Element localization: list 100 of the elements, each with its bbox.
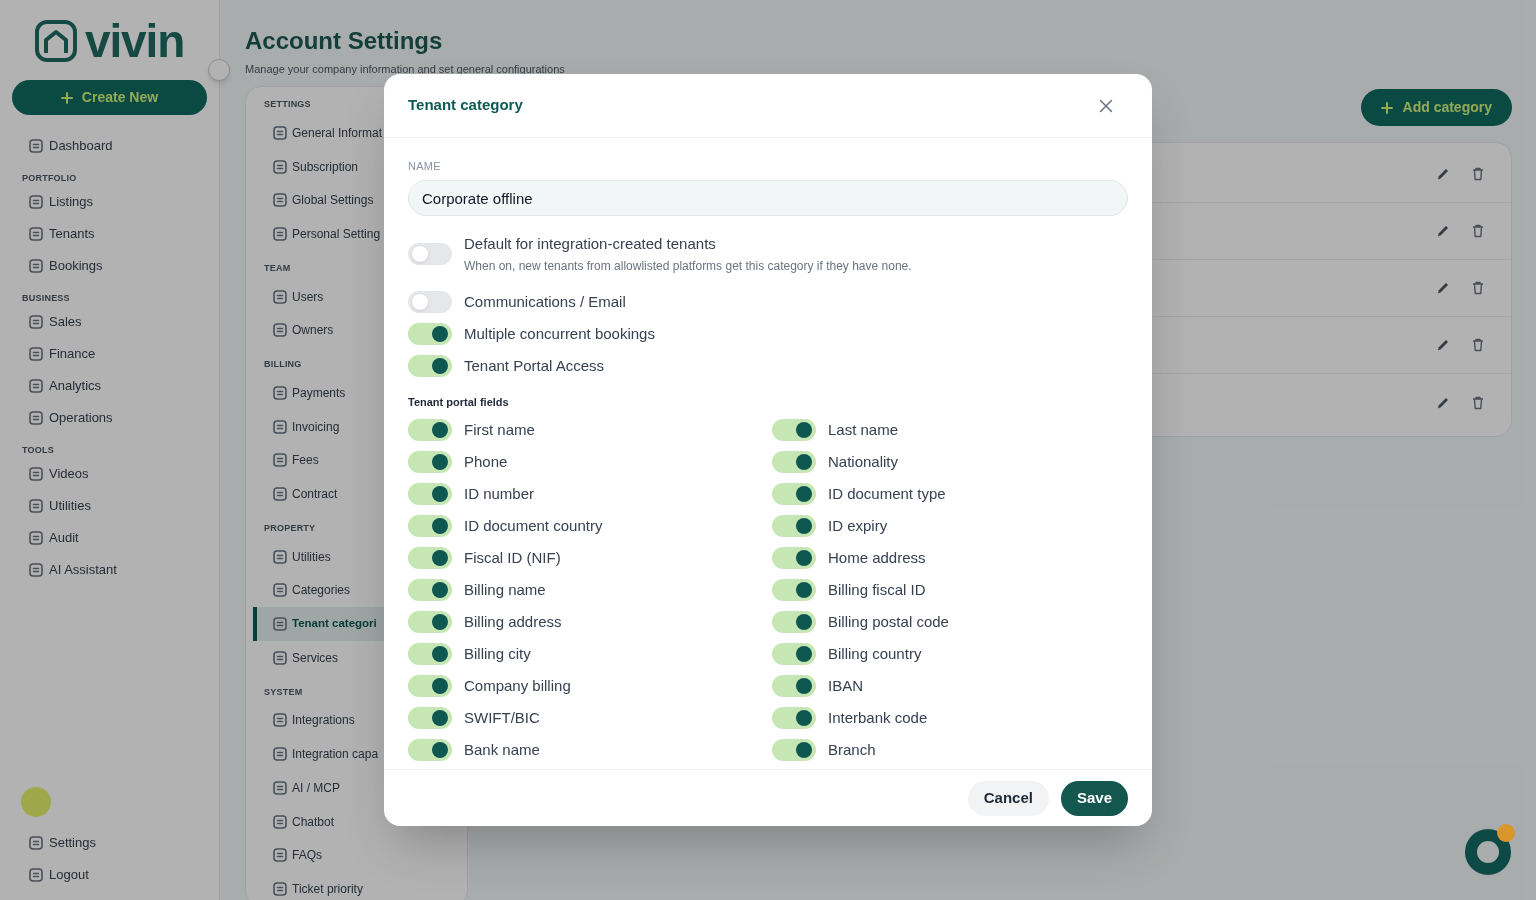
square-icon (29, 563, 43, 577)
square-icon (273, 881, 287, 896)
toggle-switch[interactable] (772, 643, 816, 665)
settings-nav-item[interactable]: Contract (253, 477, 385, 511)
toggle-switch[interactable] (408, 483, 452, 505)
plus-icon (1380, 101, 1393, 114)
collapse-toggle[interactable] (208, 59, 230, 81)
trash-icon[interactable] (1472, 395, 1484, 410)
toggle-switch[interactable] (772, 739, 816, 761)
plus-icon (60, 91, 73, 104)
sidebar-item[interactable]: Finance (12, 338, 207, 370)
toggle-switch[interactable] (772, 515, 816, 537)
square-icon (29, 139, 43, 153)
settings-nav-item[interactable]: Invoicing (253, 409, 385, 444)
square-icon (273, 848, 287, 863)
add-category-button[interactable]: Add category (1360, 89, 1512, 126)
toggle-switch[interactable] (408, 451, 452, 473)
close-icon (1099, 98, 1113, 113)
toggle-label: Branch (828, 740, 876, 760)
toggle-switch[interactable] (772, 675, 816, 697)
settings-nav-item[interactable]: FAQs (253, 838, 385, 873)
toggle-switch[interactable] (408, 419, 452, 441)
toggle-switch[interactable] (408, 707, 452, 729)
sidebar-item[interactable]: Bookings (12, 250, 207, 282)
toggle-switch[interactable] (408, 643, 452, 665)
toggle-switch[interactable] (408, 243, 452, 265)
settings-nav-item[interactable]: Users (253, 279, 385, 314)
house-logo-icon (35, 20, 77, 62)
sidebar-item[interactable]: Audit (12, 522, 207, 554)
trash-icon[interactable] (1472, 281, 1484, 295)
toggle-switch[interactable] (408, 547, 452, 569)
toggle-label: ID expiry (828, 516, 888, 536)
settings-nav-item[interactable]: Ticket priority (253, 872, 385, 900)
toggle-switch[interactable] (772, 707, 816, 729)
toggle-switch[interactable] (408, 739, 452, 761)
sidebar-item[interactable]: Utilities (12, 490, 207, 522)
toggle-switch[interactable] (408, 515, 452, 537)
square-icon (273, 323, 287, 338)
save-button[interactable]: Save (1060, 780, 1128, 816)
square-icon (273, 487, 287, 502)
section-heading: PORTFOLIO (22, 173, 77, 183)
toggle-switch[interactable] (408, 291, 452, 313)
toggle-label: Bank name (464, 740, 540, 760)
settings-nav-item[interactable]: Services (253, 640, 385, 675)
settings-nav-item[interactable]: Global Settings (253, 183, 385, 218)
settings-nav-item[interactable]: Categories (253, 573, 385, 608)
toggle-switch[interactable] (408, 579, 452, 601)
settings-nav-item[interactable]: AI / MCP (253, 771, 385, 805)
settings-nav-item[interactable]: Integration capa (253, 737, 385, 771)
settings-nav-item[interactable]: Owners (253, 313, 385, 348)
name-input[interactable]: Corporate offline (408, 180, 1128, 216)
pencil-icon[interactable] (1436, 224, 1450, 238)
section-heading: TEAM (264, 262, 291, 273)
settings-nav-item[interactable]: Integrations (253, 703, 385, 738)
toggle-switch[interactable] (408, 323, 452, 345)
settings-nav-item[interactable]: Chatbot (253, 804, 385, 839)
pencil-icon[interactable] (1436, 338, 1450, 352)
settings-nav-item[interactable]: Payments (253, 376, 385, 410)
square-icon (29, 379, 43, 393)
settings-nav-item[interactable]: Personal Setting (253, 217, 385, 251)
cancel-button[interactable]: Cancel (967, 780, 1049, 816)
sidebar-item[interactable]: Listings (12, 186, 207, 218)
toggle-switch[interactable] (772, 483, 816, 505)
trash-icon[interactable] (1472, 338, 1484, 352)
sidebar-item[interactable]: Dashboard (12, 130, 207, 162)
sidebar-item[interactable]: Tenants (12, 218, 207, 250)
pencil-icon[interactable] (1436, 167, 1450, 181)
sidebar-item[interactable]: Analytics (12, 370, 207, 402)
toggle-label: First name (464, 420, 535, 440)
toggle-switch[interactable] (772, 579, 816, 601)
sidebar-item[interactable]: Logout (12, 859, 207, 891)
pencil-icon[interactable] (1436, 281, 1450, 295)
toggle-switch[interactable] (408, 675, 452, 697)
sidebar-item[interactable]: Videos (12, 458, 207, 490)
square-icon (29, 411, 43, 425)
sidebar-item[interactable]: Operations (12, 402, 207, 434)
settings-nav-item[interactable]: General Informat (253, 116, 385, 150)
settings-nav-item[interactable]: Subscription (253, 149, 385, 184)
toggle-switch[interactable] (772, 419, 816, 441)
settings-nav-item[interactable]: Utilities (253, 539, 385, 574)
trash-icon[interactable] (1472, 167, 1484, 181)
toggle-switch[interactable] (408, 355, 452, 377)
toggle-switch[interactable] (772, 547, 816, 569)
settings-nav-item[interactable]: Tenant categori (253, 607, 385, 641)
toggle-label: Last name (828, 420, 899, 440)
sidebar-item[interactable]: Settings (12, 827, 207, 859)
ring-icon[interactable] (1464, 828, 1512, 876)
square-icon (273, 453, 287, 468)
square-icon (29, 347, 43, 361)
settings-nav-item[interactable]: Fees (253, 443, 385, 478)
toggle-switch[interactable] (772, 451, 816, 473)
sidebar-item[interactable]: AI Assistant (12, 554, 207, 586)
create-new-button[interactable]: Create New (12, 80, 207, 115)
toggle-switch[interactable] (408, 611, 452, 633)
sidebar-item[interactable]: Sales (12, 306, 207, 338)
trash-icon[interactable] (1472, 224, 1484, 238)
toggle-switch[interactable] (772, 611, 816, 633)
square-icon (29, 467, 43, 481)
section-heading: TOOLS (22, 445, 54, 455)
pencil-icon[interactable] (1436, 395, 1450, 410)
